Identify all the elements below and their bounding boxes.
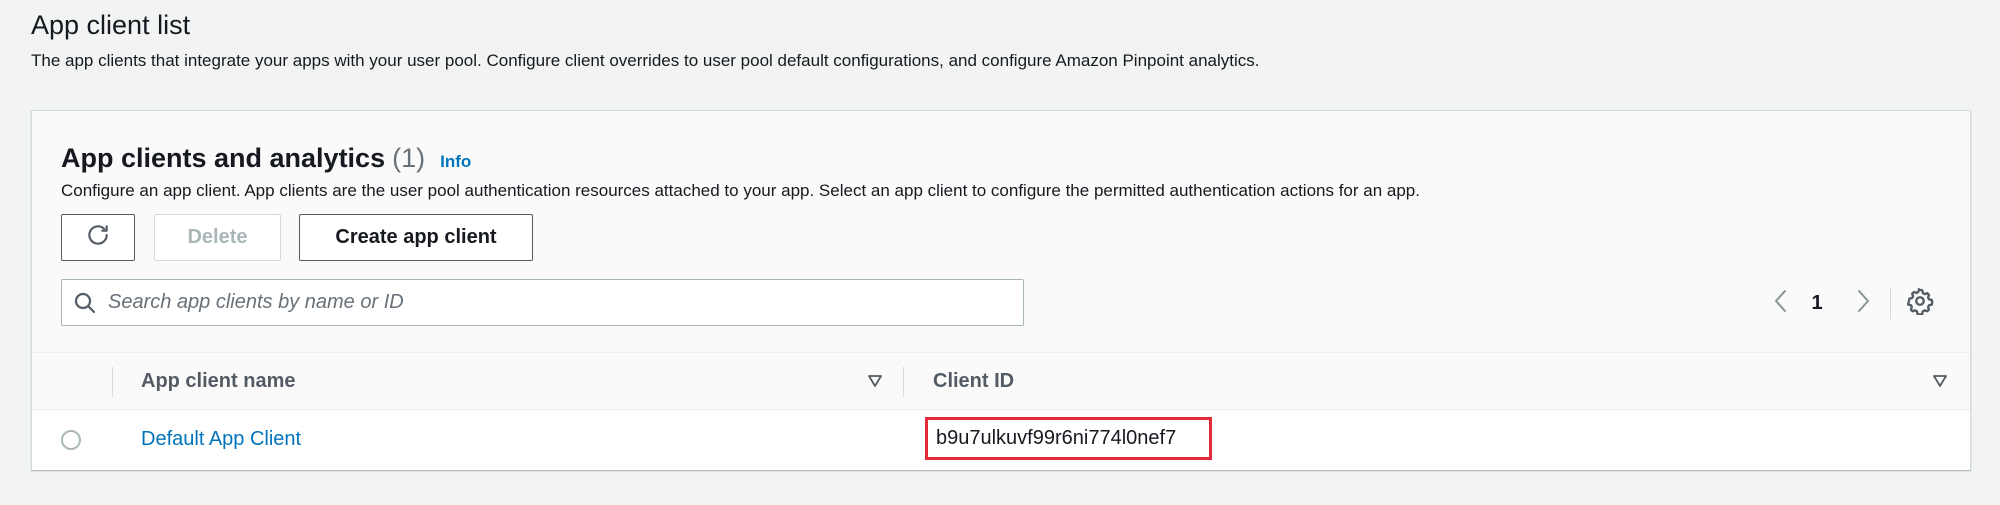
chevron-left-icon (1772, 288, 1790, 319)
page-number-button[interactable]: 1 (1802, 281, 1832, 325)
refresh-icon (85, 222, 111, 254)
search-input[interactable] (108, 280, 1023, 325)
row-select-radio[interactable] (61, 430, 81, 450)
info-link[interactable]: Info (440, 152, 471, 172)
search-box (61, 279, 1024, 326)
chevron-right-icon (1854, 288, 1872, 319)
column-divider (903, 367, 904, 397)
app-clients-panel: App clients and analytics (1) Info Confi… (31, 110, 1971, 470)
app-client-name-link[interactable]: Default App Client (141, 428, 301, 451)
table-settings-button[interactable] (1902, 285, 1938, 321)
pager-divider (1890, 287, 1891, 319)
client-id-value: b9u7ulkuvf99r6ni774l0nef7 (925, 417, 1212, 460)
next-page-button[interactable] (1848, 281, 1878, 325)
panel-description: Configure an app client. App clients are… (61, 181, 1420, 200)
previous-page-button[interactable] (1766, 281, 1796, 325)
column-divider (112, 367, 113, 397)
sort-down-icon[interactable] (867, 373, 883, 389)
sort-down-icon[interactable] (1932, 373, 1948, 389)
panel-title: App clients and analytics (61, 143, 386, 173)
delete-button[interactable]: Delete (154, 214, 281, 261)
section-title: App client list (31, 10, 191, 40)
create-app-client-button[interactable]: Create app client (299, 214, 533, 261)
table-header: App client name Client ID (32, 352, 1970, 410)
panel-header: App clients and analytics (1) Info (61, 143, 471, 174)
section-description: The app clients that integrate your apps… (31, 51, 1260, 70)
table-row: Default App Client b9u7ulkuvf99r6ni774l0… (32, 410, 1970, 470)
panel-count: (1) (392, 143, 426, 173)
refresh-button[interactable] (61, 214, 135, 261)
column-header-client-id[interactable]: Client ID (933, 353, 1014, 410)
search-icon (72, 290, 98, 316)
column-header-app-client-name[interactable]: App client name (141, 353, 295, 410)
gear-icon (1906, 287, 1934, 320)
